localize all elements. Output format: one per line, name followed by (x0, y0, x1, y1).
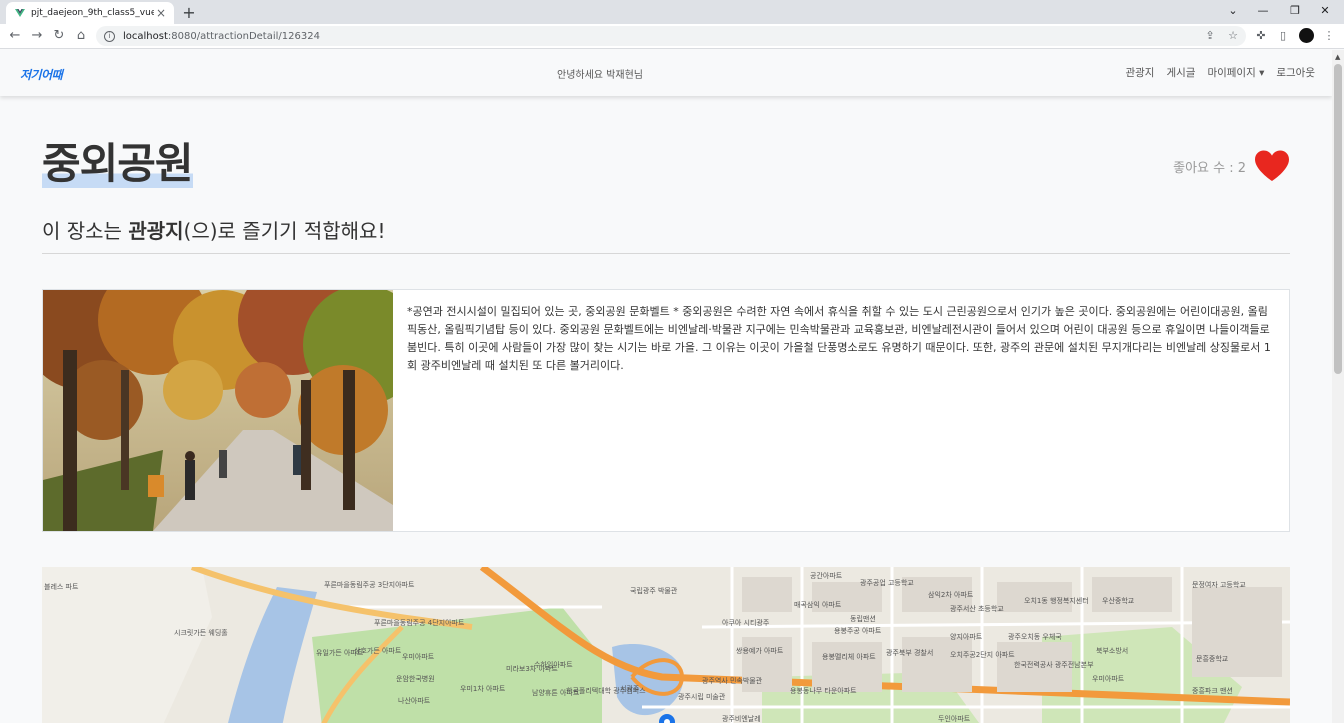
location-map[interactable]: 블레스 파트 푸른마을동림주공 3단지아파트 국립광주 박물관 공간아파트 광주… (42, 567, 1290, 723)
map-label: 광주비엔날레 (722, 715, 761, 723)
map-label: 광주북부 경찰서 (886, 649, 934, 657)
side-panel-icon[interactable]: ▯ (1276, 29, 1290, 43)
tab-search-icon[interactable]: ⌄ (1222, 2, 1244, 20)
map-label: 우미아파트 (402, 653, 435, 661)
map-label: 운암한국병원 (396, 675, 435, 683)
subtitle-prefix: 이 장소는 (42, 219, 129, 243)
page-viewport: 저기어때 안녕하세요 박재현님 관광지 게시글 마이페이지 ▾ 로그아웃 중외공… (0, 50, 1332, 723)
new-tab-button[interactable]: + (180, 3, 198, 22)
map-label: 두인아파트 (938, 715, 971, 723)
map-label: 쌍용예가 아파트 (736, 647, 784, 655)
map-label: 나산아파트 (398, 697, 431, 705)
subtitle-category: 관광지 (128, 219, 184, 243)
map-label: 공간아파트 (810, 572, 843, 580)
tab-close-icon[interactable]: × (154, 6, 168, 20)
category-subtitle: 이 장소는 관광지(으)로 즐기기 적합해요! (42, 215, 385, 244)
map-label: 용봉주공 아파트 (834, 627, 882, 635)
back-icon[interactable]: ← (7, 28, 23, 44)
nav-link-board[interactable]: 게시글 (1166, 65, 1195, 80)
extensions-icon[interactable]: ✜ (1254, 29, 1268, 43)
address-bar[interactable]: i localhost:8080/attractionDetail/126324 (96, 26, 1246, 46)
page-title-text: 중외공원 (42, 139, 194, 188)
vue-logo-icon (15, 9, 25, 17)
subtitle-suffix: (으)로 즐기기 적합해요! (183, 219, 386, 243)
browser-tabstrip: pjt_daejeon_9th_class5_vue_team × + ⌄ — … (0, 0, 1344, 24)
nav-link-mypage-dropdown[interactable]: 마이페이지 ▾ (1207, 65, 1264, 80)
nav-link-logout[interactable]: 로그아웃 (1276, 65, 1315, 80)
tab-title: pjt_daejeon_9th_class5_vue_team (31, 8, 154, 18)
minimize-icon[interactable]: — (1252, 2, 1274, 20)
likes-section: 좋아요 수 : 2 (1173, 150, 1290, 182)
map-label: 우미아파트 (1092, 675, 1125, 683)
map-label: 광주공업 고등학교 (860, 579, 914, 587)
attraction-card: *공연과 전시시설이 밀집되어 있는 곳, 중외공원 문화벨트 * 중외공원은 … (42, 289, 1290, 532)
scroll-up-icon[interactable]: ▲ (1335, 53, 1340, 61)
map-label: 문정여자 고등학교 (1192, 581, 1246, 589)
map-label: 국립광주 박물관 (630, 587, 678, 595)
nav-link-attractions[interactable]: 관광지 (1125, 65, 1154, 80)
map-label: 양지아파트 (950, 633, 983, 641)
map-label: 상호가든 아파트 (354, 647, 402, 655)
map-label: 광주역사 민속박물관 (702, 677, 763, 685)
map-label: 우미1차 아파트 (460, 685, 506, 693)
map-label: 우산중학교 (1102, 597, 1135, 605)
url-path: :8080/attractionDetail/126324 (167, 30, 320, 42)
map-label: 아쿠아 시티광주 (722, 619, 770, 627)
map-label: 중흥파크 맨션 (1192, 687, 1233, 695)
brand-logo[interactable]: 저기어때 (20, 66, 63, 83)
profile-avatar[interactable] (1299, 28, 1314, 43)
map-label: 광주시립 미술관 (678, 693, 726, 701)
bookmark-star-icon[interactable]: ☆ (1226, 29, 1240, 43)
home-icon[interactable]: ⌂ (73, 28, 89, 44)
map-label: 삼익2차 아파트 (928, 591, 974, 599)
likes-count: 좋아요 수 : 2 (1173, 160, 1246, 176)
page-title: 중외공원 (42, 138, 194, 190)
browser-tab[interactable]: pjt_daejeon_9th_class5_vue_team × (6, 2, 174, 24)
map-label: 한국폴리텍대학 광주캠퍼스 (566, 687, 646, 695)
greeting-text: 안녕하세요 박재현님 (557, 70, 643, 81)
map-label: 용봉멜리체 아파트 (822, 653, 876, 661)
attraction-photo (43, 290, 393, 531)
map-label: 용봉동나무 타운아파트 (790, 687, 857, 695)
browser-toolbar: ← → ↻ ⌂ i localhost:8080/attractionDetai… (0, 24, 1344, 49)
restore-icon[interactable]: ❐ (1284, 2, 1306, 20)
heart-icon[interactable] (1254, 150, 1290, 182)
map-label: 문흥중학교 (1196, 655, 1229, 663)
map-label: 시크릿가든 웨딩홀 (174, 629, 228, 637)
nav-links: 관광지 게시글 마이페이지 ▾ 로그아웃 (1125, 65, 1315, 80)
page-scrollbar[interactable]: ▲ (1332, 50, 1344, 723)
map-label: 동립맨션 (850, 615, 876, 623)
map-label: 오치1동 행정복지센터 (1024, 597, 1089, 605)
divider (42, 253, 1290, 254)
url-host: localhost (123, 30, 168, 42)
map-label: 푸른마을동림주공 3단지아파트 (324, 581, 415, 589)
browser-menu-icon[interactable]: ⋮ (1322, 29, 1336, 43)
site-info-icon[interactable]: i (104, 30, 115, 42)
map-label: 미라보3차 아파트 (506, 665, 558, 673)
forward-icon[interactable]: → (29, 28, 45, 44)
site-navbar: 저기어때 안녕하세요 박재현님 관광지 게시글 마이페이지 ▾ 로그아웃 (0, 50, 1332, 96)
map-label: 광주서산 초등학교 (950, 605, 1004, 613)
attraction-description: *공연과 전시시설이 밀집되어 있는 곳, 중외공원 문화벨트 * 중외공원은 … (407, 305, 1271, 372)
map-label: 북부소방서 (1096, 647, 1129, 655)
map-label: 한국전력공사 광주전남본부 (1014, 661, 1094, 669)
map-label: 푸른마을동림주공 4단지아파트 (374, 619, 465, 627)
map-label: 오치주공2단지 아파트 (950, 651, 1015, 659)
map-label: 매곡삼익 아파트 (794, 601, 842, 609)
share-icon[interactable]: ⇪ (1203, 29, 1217, 43)
scrollbar-thumb[interactable] (1334, 64, 1342, 374)
map-label: 블레스 파트 (44, 583, 79, 591)
reload-icon[interactable]: ↻ (51, 28, 67, 44)
close-window-icon[interactable]: ✕ (1314, 2, 1336, 20)
map-label: 광주오치동 우체국 (1008, 633, 1062, 641)
